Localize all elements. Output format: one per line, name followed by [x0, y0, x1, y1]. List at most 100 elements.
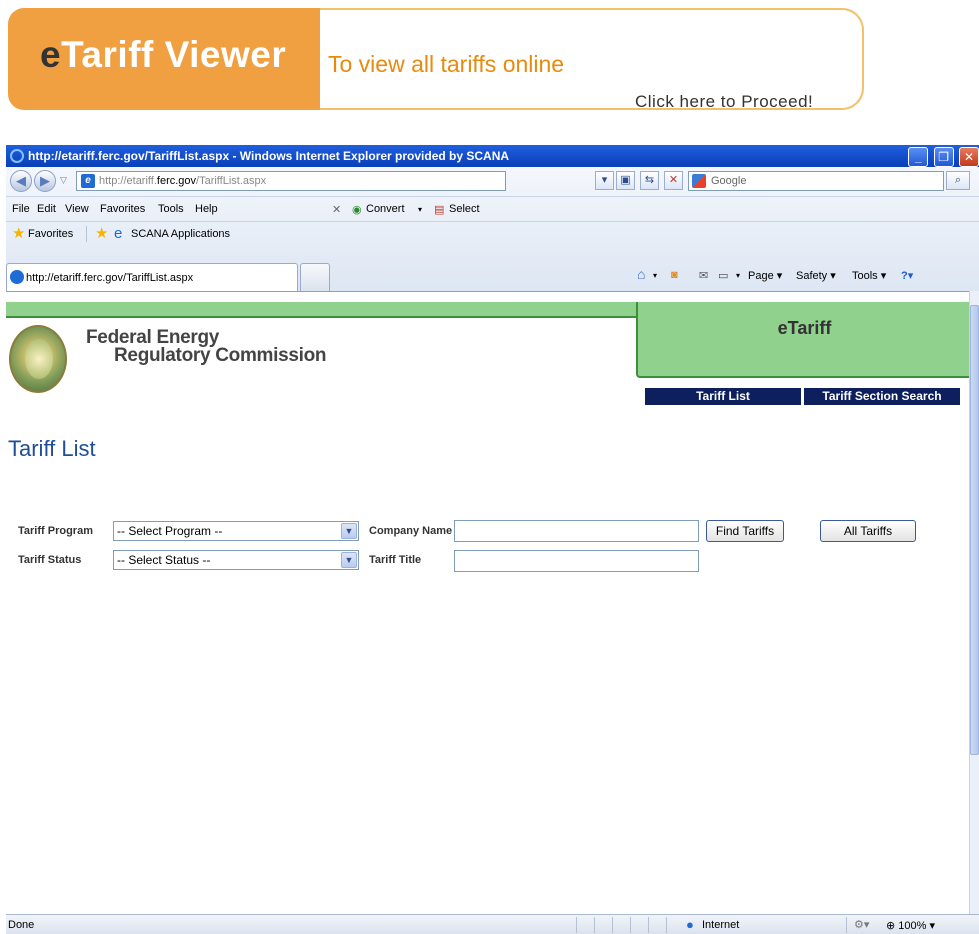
close-toolbar-icon[interactable]: ✕ [332, 203, 341, 216]
protected-mode-icon[interactable]: ⚙▾ [854, 918, 869, 931]
menu-file[interactable]: File [12, 203, 30, 215]
menu-favorites[interactable]: Favorites [100, 203, 145, 215]
address-path: /TariffList.aspx [196, 175, 267, 187]
favorites-star-icon: ★ [12, 225, 26, 242]
page-icon: e [81, 174, 95, 188]
page-viewport: eTariff Federal Energy Regulatory Commis… [6, 291, 969, 914]
tariff-status-value: -- Select Status -- [117, 553, 211, 567]
google-icon [692, 174, 706, 188]
maximize-button[interactable]: ❐ [933, 147, 954, 167]
refresh-icon[interactable]: ⇆ [640, 171, 659, 190]
zoom-control[interactable]: ⊕ 100% ▾ [886, 919, 935, 932]
etariff-label: eTariff [777, 318, 832, 338]
browser-toolbars: ◀ ▶ ▽ e http://etariff.ferc.gov/TariffLi… [6, 167, 979, 291]
scrollbar-thumb[interactable] [970, 305, 979, 755]
page-menu-label: Page [748, 270, 774, 282]
feeds-icon[interactable]: ◙ [671, 269, 678, 281]
safety-menu-label: Safety [796, 270, 828, 282]
agency-name-line2: Regulatory Commission [114, 345, 327, 366]
banner-title: eTariff Viewer [40, 34, 286, 76]
favorites-button[interactable]: Favorites [28, 228, 73, 240]
ie-page-icon: e [114, 225, 123, 242]
back-icon[interactable]: ◀ [10, 170, 32, 192]
tab-tariff-list[interactable]: http://etariff.ferc.gov/TariffList.aspx [6, 263, 298, 291]
status-separator [576, 917, 577, 933]
new-tab-button[interactable] [300, 263, 330, 291]
zoom-level: 100% [898, 920, 927, 932]
banner-subtitle: To view all tariffs online [328, 51, 565, 77]
find-tariffs-button[interactable]: Find Tariffs [706, 520, 784, 542]
chevron-down-icon: ▼ [341, 552, 357, 568]
chevron-down-icon: ▼ [341, 523, 357, 539]
select-icon: ▤ [434, 204, 445, 216]
compatibility-icon[interactable]: ▣ [616, 171, 635, 190]
tariff-program-value: -- Select Program -- [117, 524, 223, 538]
company-name-label: Company Name [369, 525, 453, 537]
minimize-button[interactable]: _ [908, 147, 929, 167]
home-dropdown-icon[interactable]: ▾ [653, 271, 657, 280]
company-name-input[interactable] [454, 520, 699, 542]
ie-icon [10, 149, 24, 163]
banner-title-e: e [40, 34, 62, 75]
status-separator [630, 917, 631, 933]
history-dropdown-icon[interactable]: ▽ [60, 175, 67, 186]
close-button[interactable]: ✕ [959, 147, 979, 167]
print-icon[interactable]: ▭ [718, 269, 728, 282]
favorites-separator [86, 226, 87, 242]
window-controls: _ ❐ ✕ [906, 146, 979, 167]
window-title: http://etariff.ferc.gov/TariffList.aspx … [28, 149, 510, 163]
add-favorite-icon[interactable]: ★ [95, 226, 109, 241]
tariff-title-label: Tariff Title [369, 554, 422, 566]
convert-dropdown-icon[interactable]: ▾ [418, 205, 422, 214]
home-icon[interactable]: ⌂ [637, 266, 645, 282]
help-icon[interactable]: ?▾ [901, 269, 913, 282]
safety-menu[interactable]: Safety ▾ [796, 269, 836, 282]
menu-edit[interactable]: Edit [37, 203, 56, 215]
forward-icon[interactable]: ▶ [34, 170, 56, 192]
tariff-program-select[interactable]: -- Select Program -- ▼ [113, 521, 359, 541]
nav-tariff-list[interactable]: Tariff List [645, 388, 801, 405]
menu-tools[interactable]: Tools [158, 203, 184, 215]
status-separator [666, 917, 667, 933]
tools-menu-label: Tools [852, 270, 878, 282]
tariff-status-select[interactable]: -- Select Status -- ▼ [113, 550, 359, 570]
mail-icon[interactable]: ✉ [699, 269, 708, 282]
proceed-link[interactable]: Click here to Proceed! [635, 92, 813, 112]
tab-title: http://etariff.ferc.gov/TariffList.aspx [26, 272, 194, 284]
stop-icon[interactable]: ✕ [664, 171, 683, 190]
tools-menu[interactable]: Tools ▾ [852, 269, 886, 282]
status-separator [846, 917, 847, 933]
convert-button[interactable]: Convert [366, 203, 405, 215]
tariff-program-label: Tariff Program [18, 525, 93, 537]
convert-icon: ◉ [352, 204, 362, 216]
tariff-status-label: Tariff Status [18, 554, 82, 566]
page-menu[interactable]: Page ▾ [748, 269, 782, 282]
search-placeholder: Google [711, 175, 747, 187]
status-separator [612, 917, 613, 933]
menu-view[interactable]: View [65, 203, 89, 215]
etariff-viewer-banner[interactable]: eTariff Viewer To view all tariffs onlin… [8, 8, 864, 112]
address-dropdown-icon[interactable]: ▾ [595, 171, 614, 190]
security-zone: Internet [702, 919, 740, 931]
menu-help[interactable]: Help [195, 203, 218, 215]
vertical-scrollbar[interactable] [969, 291, 979, 914]
select-button[interactable]: Select [449, 203, 480, 215]
favorites-bar: ★ Favorites ★ e SCANA Applications [6, 221, 979, 245]
all-tariffs-button[interactable]: All Tariffs [820, 520, 916, 542]
search-box[interactable]: Google [688, 171, 944, 191]
address-domain: ferc.gov [156, 175, 197, 187]
tab-bar: http://etariff.ferc.gov/TariffList.aspx … [6, 246, 979, 291]
status-text: Done [8, 919, 35, 931]
tariff-title-input[interactable] [454, 550, 699, 572]
scana-applications-link[interactable]: SCANA Applications [131, 228, 230, 240]
seal-center [25, 339, 53, 379]
status-bar: Done ● Internet ⚙▾ ⊕ 100% ▾ [6, 914, 979, 934]
search-icon[interactable]: ⌕ [946, 171, 970, 190]
status-separator [648, 917, 649, 933]
address-bar[interactable]: e http://etariff.ferc.gov/TariffList.asp… [76, 171, 506, 191]
window-titlebar: http://etariff.ferc.gov/TariffList.aspx … [6, 145, 979, 167]
ferc-seal-logo[interactable] [9, 325, 67, 393]
nav-tariff-section-search[interactable]: Tariff Section Search [804, 388, 960, 405]
print-dropdown-icon[interactable]: ▾ [736, 271, 740, 280]
menu-bar: File Edit View Favorites Tools Help ✕ ◉ … [6, 196, 979, 220]
